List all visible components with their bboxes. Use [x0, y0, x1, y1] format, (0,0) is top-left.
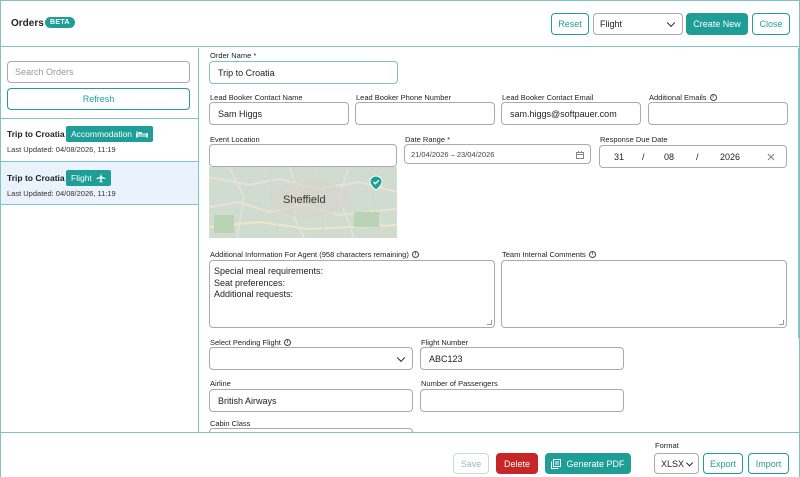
- pending-flight-label-text: Select Pending Flight: [210, 338, 281, 347]
- lead-email-input[interactable]: sam.higgs@softpauer.com: [501, 102, 641, 125]
- response-due-day[interactable]: 31: [614, 152, 624, 162]
- chevron-down-icon: [685, 458, 694, 467]
- info-icon[interactable]: i: [283, 339, 291, 346]
- agent-info-line: Seat preferences:: [214, 277, 286, 288]
- additional-emails-label: Additional Emails i: [649, 93, 717, 102]
- location-map[interactable]: Sheffield: [209, 167, 397, 238]
- pending-flight-label: Select Pending Flight i: [210, 338, 291, 347]
- order-name: Trip to Croatia: [7, 129, 65, 139]
- lead-phone-input[interactable]: [355, 102, 495, 125]
- sidebar: Search Orders Refresh Trip to Croatia Ac…: [1, 48, 199, 432]
- info-icon[interactable]: i: [411, 251, 419, 258]
- agent-info-line: Special meal requirements:: [214, 266, 324, 276]
- order-name-label: Order Name *: [210, 51, 257, 60]
- save-button[interactable]: Save: [453, 453, 489, 474]
- agent-info-line: Additional requests:: [214, 289, 294, 299]
- passengers-label: Number of Passengers: [421, 379, 498, 388]
- clear-icon[interactable]: [767, 153, 775, 161]
- chevron-down-icon: [666, 18, 676, 28]
- order-type-value: Flight: [600, 19, 623, 29]
- date-separator: /: [642, 152, 645, 162]
- additional-emails-input[interactable]: [648, 102, 788, 125]
- agent-info-textarea[interactable]: Special meal requirements: Seat preferen…: [209, 260, 495, 328]
- response-due-label: Response Due Date: [600, 135, 668, 144]
- divider: [1, 204, 199, 205]
- order-type-tag: Flight: [66, 170, 111, 186]
- header: Orders BETA Reset Flight Create New Clos…: [1, 1, 799, 47]
- order-type-select[interactable]: Flight: [593, 13, 683, 35]
- flight-number-input[interactable]: ABC123: [420, 347, 624, 370]
- calendar-icon[interactable]: [576, 151, 584, 159]
- format-label: Format: [655, 441, 679, 450]
- order-form: Order Name * Trip to Croatia Lead Booker…: [200, 48, 799, 432]
- team-comments-textarea[interactable]: [501, 260, 787, 328]
- date-range-value: 21/04/2026 – 23/04/2026: [411, 149, 495, 159]
- order-type-tag: Accommodation: [66, 126, 153, 142]
- team-comments-label-text: Team Internal Comments: [502, 250, 586, 259]
- plane-icon: [96, 173, 106, 183]
- beta-badge: BETA: [45, 17, 75, 28]
- close-button[interactable]: Close: [752, 13, 790, 35]
- create-new-button[interactable]: Create New: [686, 13, 748, 35]
- order-name-input[interactable]: Trip to Croatia: [209, 61, 398, 84]
- resize-handle[interactable]: [779, 320, 784, 325]
- app-window: Orders BETA Reset Flight Create New Clos…: [0, 0, 800, 477]
- footer-toolbar: Save Delete Generate PDF Format XLSX Exp…: [1, 432, 799, 477]
- bed-icon: [135, 131, 148, 138]
- response-due-year[interactable]: 2026: [720, 152, 740, 162]
- export-button[interactable]: Export: [703, 453, 743, 474]
- map-pin-icon[interactable]: [369, 175, 383, 191]
- team-comments-label: Team Internal Comments i: [502, 250, 596, 259]
- resize-handle[interactable]: [487, 320, 492, 325]
- reset-button[interactable]: Reset: [551, 13, 589, 35]
- lead-name-label: Lead Booker Contact Name: [210, 93, 303, 102]
- flight-number-label: Flight Number: [421, 338, 469, 347]
- lead-phone-label: Lead Booker Phone Number: [356, 93, 452, 102]
- search-orders-input[interactable]: Search Orders: [7, 61, 190, 83]
- page-title: Orders: [11, 18, 44, 29]
- passengers-input[interactable]: [420, 389, 624, 412]
- airline-input[interactable]: British Airways: [209, 389, 413, 412]
- pending-flight-select[interactable]: [209, 347, 413, 370]
- generate-pdf-button[interactable]: Generate PDF: [545, 453, 631, 474]
- document-icon: [551, 458, 562, 469]
- date-separator: /: [696, 152, 699, 162]
- import-button[interactable]: Import: [748, 453, 789, 474]
- map-city-label: Sheffield: [283, 194, 326, 206]
- event-location-input[interactable]: [209, 144, 397, 167]
- agent-info-label: Additional Information For Agent (958 ch…: [210, 250, 419, 259]
- date-range-label: Date Range *: [405, 135, 451, 144]
- lead-name-input[interactable]: Sam Higgs: [209, 102, 349, 125]
- order-last-updated: Last Updated: 04/08/2026, 11:19: [7, 145, 116, 154]
- format-value: XLSX: [661, 458, 685, 469]
- order-list-item[interactable]: Trip to Croatia Accommodation Last Updat…: [1, 119, 198, 161]
- info-icon[interactable]: i: [588, 251, 596, 258]
- date-range-input[interactable]: 21/04/2026 – 23/04/2026: [404, 144, 591, 164]
- response-due-input[interactable]: 31 / 08 / 2026: [599, 145, 787, 168]
- generate-pdf-label: Generate PDF: [566, 458, 625, 469]
- order-last-updated: Last Updated: 04/08/2026, 11:19: [7, 189, 116, 198]
- cabin-class-label: Cabin Class: [210, 419, 251, 428]
- refresh-button[interactable]: Refresh: [7, 88, 190, 110]
- lead-email-label: Lead Booker Contact Email: [502, 93, 594, 102]
- event-location-label: Event Location: [210, 135, 260, 144]
- format-select[interactable]: XLSX: [654, 453, 699, 474]
- order-list-item-selected[interactable]: Trip to Croatia Flight Last Updated: 04/…: [1, 162, 198, 204]
- order-type-tag-label: Accommodation: [71, 129, 132, 139]
- response-due-month[interactable]: 08: [664, 152, 674, 162]
- order-type-tag-label: Flight: [71, 173, 92, 183]
- delete-button[interactable]: Delete: [496, 453, 538, 474]
- agent-info-label-text: Additional Information For Agent (958 ch…: [210, 250, 409, 259]
- additional-emails-label-text: Additional Emails: [649, 93, 707, 102]
- info-icon[interactable]: i: [709, 94, 717, 101]
- order-name: Trip to Croatia: [7, 173, 65, 183]
- airline-label: Airline: [210, 379, 231, 388]
- chevron-down-icon: [396, 353, 406, 362]
